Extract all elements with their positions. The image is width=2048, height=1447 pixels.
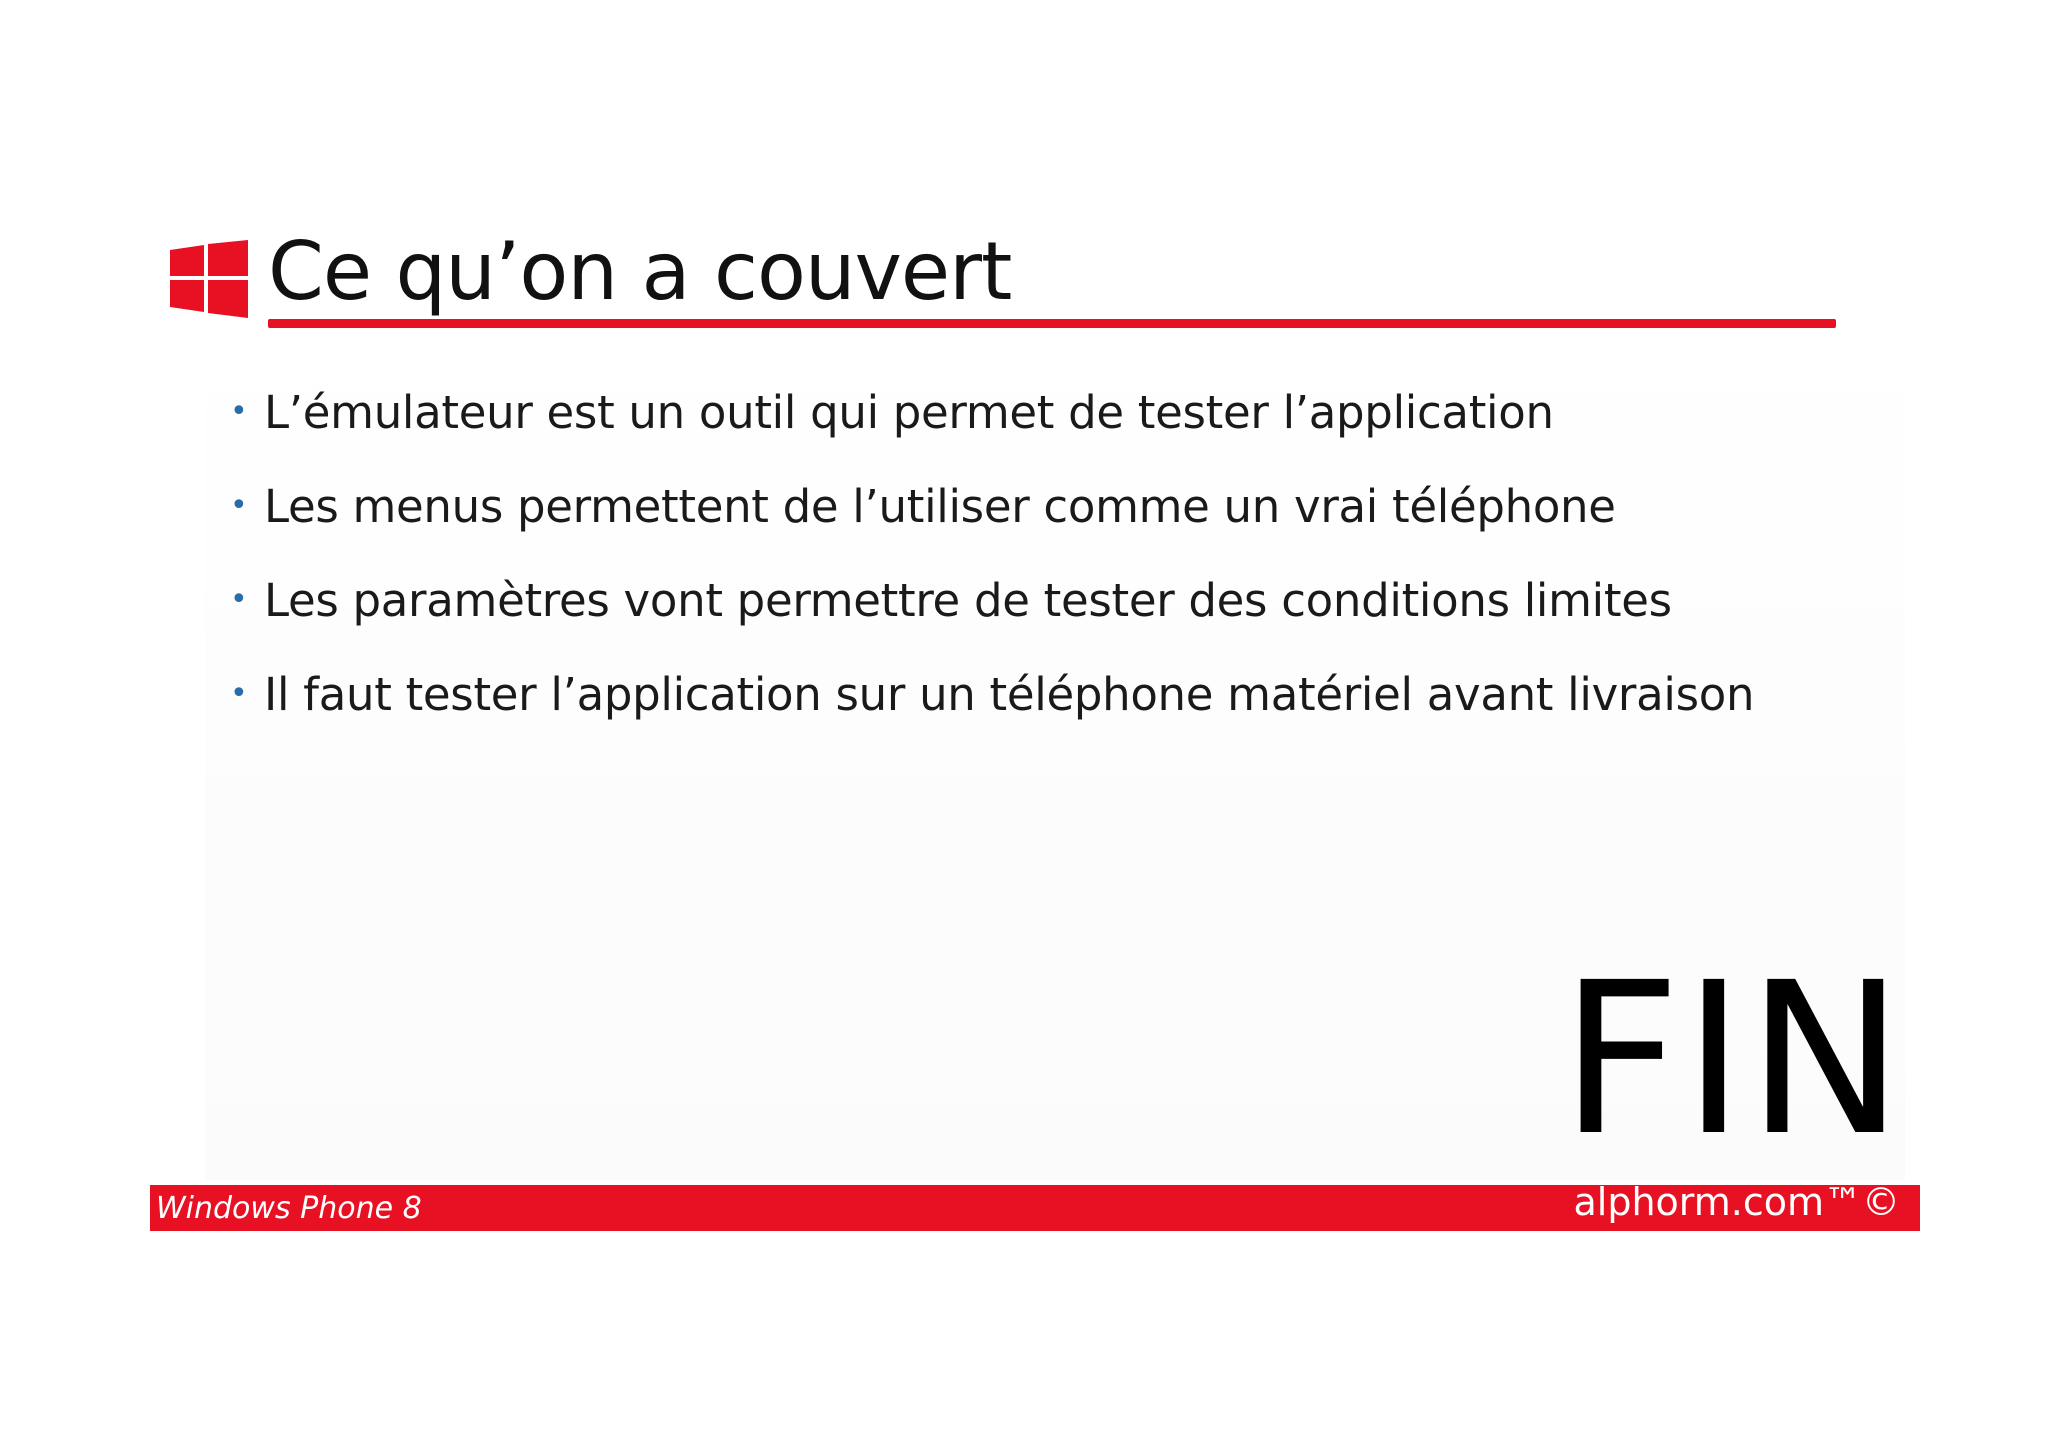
list-item: • Les menus permettent de l’utiliser com… — [230, 459, 1754, 553]
slide: Ce qu’on a couvert • L’émulateur est un … — [0, 0, 2048, 1447]
course-name: Windows Phone 8 — [156, 1191, 422, 1226]
bullet-text: Il faut tester l’application sur un télé… — [264, 667, 1755, 721]
footer-bar: Windows Phone 8 alphorm.com™© — [150, 1180, 1920, 1231]
bullet-list: • L’émulateur est un outil qui permet de… — [230, 365, 1754, 741]
bullet-text: Les menus permettent de l’utiliser comme… — [264, 479, 1616, 533]
title-underline — [268, 319, 1836, 328]
bullet-marker: • — [230, 582, 248, 617]
bullet-marker: • — [230, 488, 248, 523]
end-label: FIN — [1560, 937, 1906, 1182]
windows-logo-icon — [170, 240, 248, 318]
bullet-text: Les paramètres vont permettre de tester … — [264, 573, 1672, 627]
bullet-marker: • — [230, 676, 248, 711]
slide-title: Ce qu’on a couvert — [268, 225, 1012, 318]
bullet-marker: • — [230, 394, 248, 429]
list-item: • Les paramètres vont permettre de teste… — [230, 553, 1754, 647]
list-item: • Il faut tester l’application sur un té… — [230, 647, 1754, 741]
list-item: • L’émulateur est un outil qui permet de… — [230, 365, 1754, 459]
brand-label: alphorm.com™© — [1573, 1180, 1900, 1224]
bullet-text: L’émulateur est un outil qui permet de t… — [264, 385, 1554, 439]
